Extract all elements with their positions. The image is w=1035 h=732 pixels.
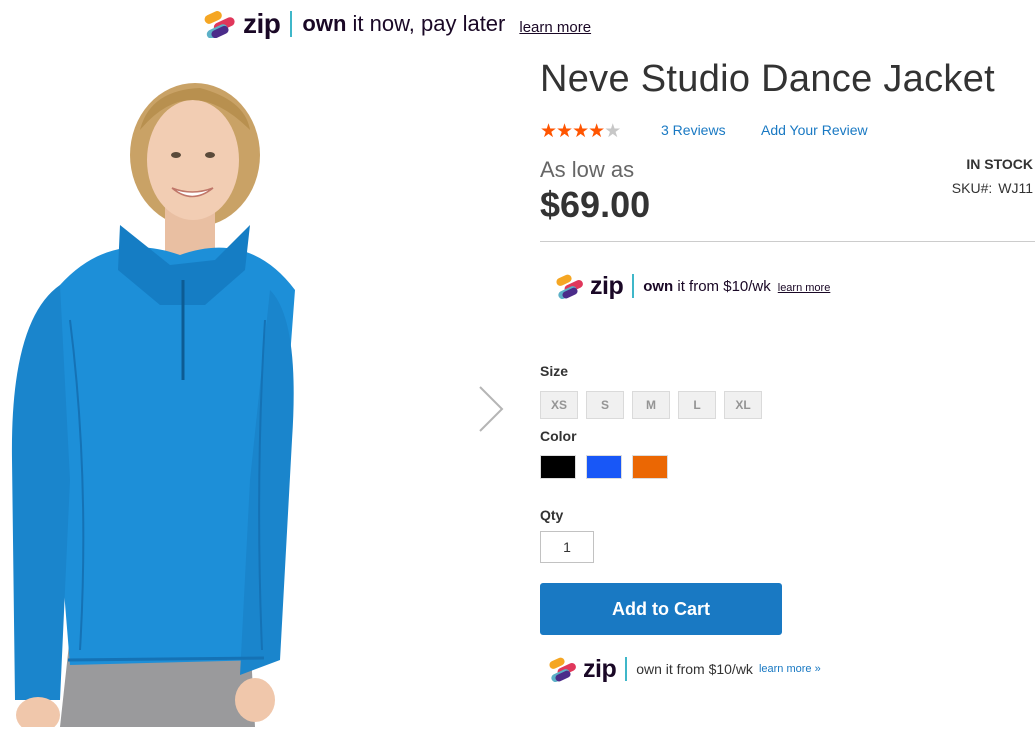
color-option-black[interactable] bbox=[540, 455, 576, 479]
zip-logo-icon: zip bbox=[203, 8, 281, 40]
zip-divider bbox=[632, 274, 635, 298]
sku: SKU#: WJ11 bbox=[952, 180, 1033, 196]
star-empty-icon: ★ bbox=[604, 121, 621, 142]
zip-learn-more-link[interactable]: learn more » bbox=[759, 663, 821, 675]
zip-tagline: own it from $10/wk bbox=[643, 278, 771, 295]
star-icon: ★ bbox=[588, 121, 605, 142]
star-icon: ★ bbox=[556, 121, 573, 142]
zip-brand-text: zip bbox=[243, 8, 281, 39]
size-options: XS S M L XL bbox=[540, 391, 770, 419]
zip-banner-top: zip own it now, pay later learn more bbox=[203, 8, 591, 40]
zip-divider bbox=[625, 657, 628, 681]
reviews-link[interactable]: 3 Reviews bbox=[661, 122, 726, 138]
rating-stars: ★★★★★ bbox=[540, 120, 621, 143]
price-prefix: As low as bbox=[540, 157, 635, 182]
zip-logo-icon: zip bbox=[548, 654, 617, 684]
zip-brand-text: zip bbox=[590, 271, 624, 300]
zip-learn-more-link[interactable]: learn more bbox=[778, 282, 831, 294]
zip-logo-icon: zip bbox=[555, 271, 624, 301]
zip-tagline-rest: it from $10/wk bbox=[673, 277, 771, 295]
chevron-right-icon[interactable] bbox=[474, 385, 508, 433]
size-option-xs[interactable]: XS bbox=[540, 391, 578, 419]
star-icon: ★ bbox=[540, 121, 557, 142]
color-options bbox=[540, 455, 678, 479]
size-option-xl[interactable]: XL bbox=[724, 391, 762, 419]
color-label: Color bbox=[540, 428, 577, 444]
zip-divider bbox=[290, 11, 293, 37]
sku-label: SKU#: bbox=[951, 180, 993, 196]
zip-tagline-rest: it now, pay later bbox=[346, 11, 506, 36]
zip-banner-mid: zip own it from $10/wk learn more bbox=[555, 270, 830, 302]
zip-banner-bottom: zip own it from $10/wk learn more » bbox=[548, 653, 821, 685]
sku-value: WJ11 bbox=[998, 180, 1033, 196]
divider-line bbox=[540, 241, 1035, 242]
product-image[interactable] bbox=[0, 60, 330, 732]
add-review-link[interactable]: Add Your Review bbox=[761, 122, 868, 138]
size-option-m[interactable]: M bbox=[632, 391, 670, 419]
color-option-blue[interactable] bbox=[586, 455, 622, 479]
zip-brand-text: zip bbox=[583, 654, 617, 683]
zip-tagline-bold: own bbox=[302, 11, 347, 36]
color-option-orange[interactable] bbox=[632, 455, 668, 479]
product-price: $69.00 bbox=[540, 184, 651, 225]
add-to-cart-button[interactable]: Add to Cart bbox=[540, 583, 782, 635]
zip-tagline-bold: own bbox=[643, 277, 674, 295]
qty-label: Qty bbox=[540, 507, 564, 523]
zip-tagline: own it now, pay later bbox=[302, 11, 505, 37]
size-label: Size bbox=[540, 363, 569, 379]
zip-tagline: own it from $10/wk bbox=[636, 661, 753, 677]
size-option-l[interactable]: L bbox=[678, 391, 716, 419]
star-icon: ★ bbox=[572, 121, 589, 142]
qty-input[interactable] bbox=[540, 531, 594, 563]
zip-learn-more-link[interactable]: learn more bbox=[519, 19, 591, 36]
stock-status: IN STOCK bbox=[966, 156, 1033, 172]
size-option-s[interactable]: S bbox=[586, 391, 624, 419]
product-title: Neve Studio Dance Jacket bbox=[540, 58, 995, 100]
